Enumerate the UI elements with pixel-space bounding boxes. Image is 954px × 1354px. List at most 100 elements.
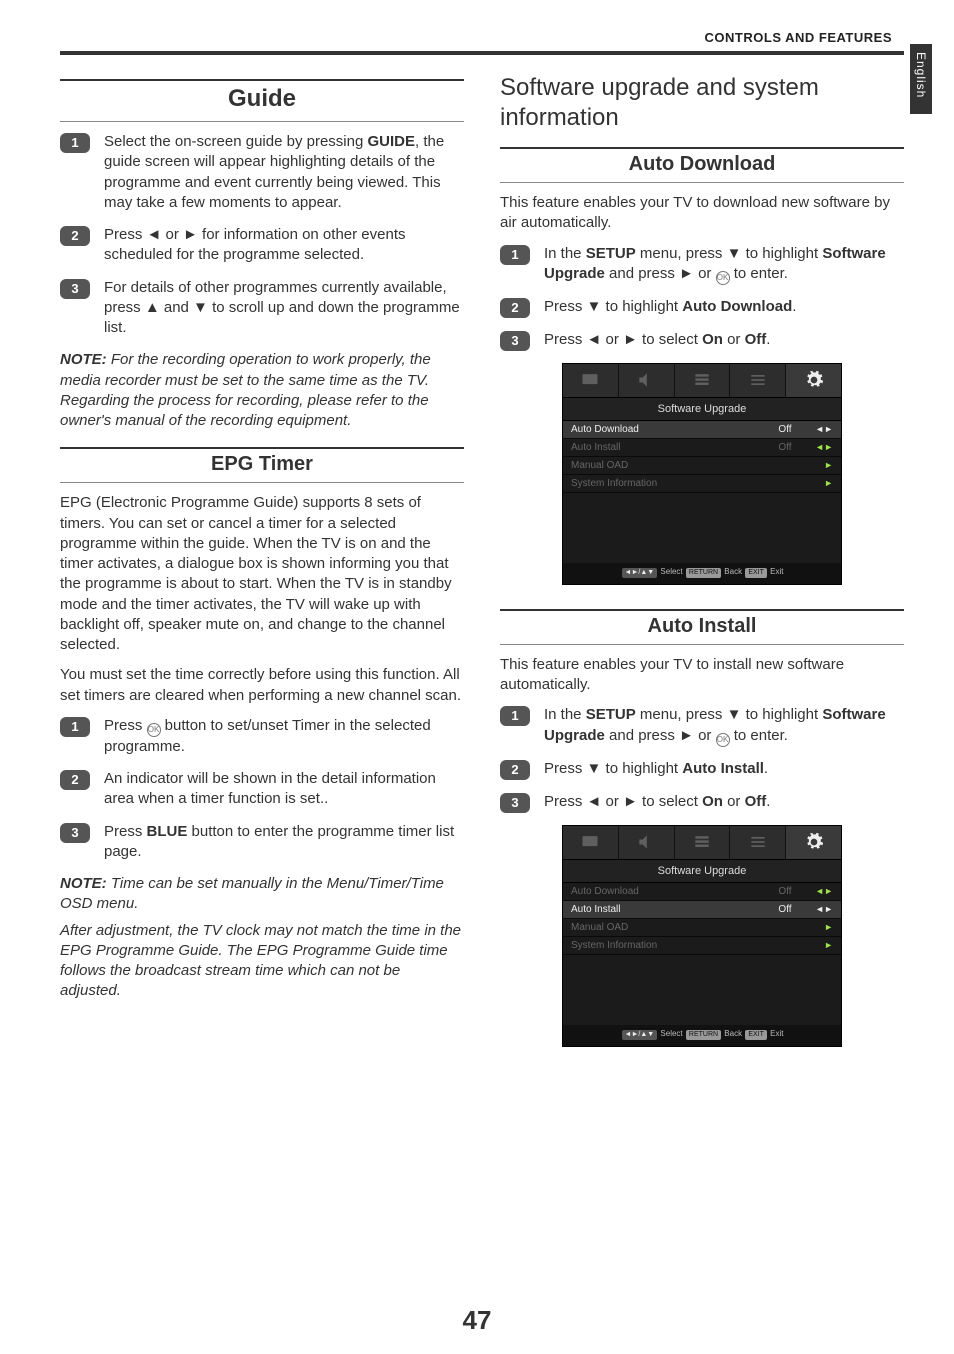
step-number-badge: 1	[60, 717, 90, 737]
osd-row-arrow-icon: ◄►	[815, 424, 833, 434]
osd-row: System Information ►	[563, 475, 841, 493]
osd-row-value: Off	[755, 424, 815, 435]
osd-footer: ◄►/▲▼ Select RETURN Back EXIT Exit	[563, 563, 841, 584]
osd-screenshot-auto-download: Software Upgrade Auto DownloadOff◄► Auto…	[562, 363, 842, 585]
auto-install-steps: 1 In the SETUP menu, press ▼ to highligh…	[500, 705, 904, 812]
step-text: Select the on-screen guide by pressing G…	[104, 132, 464, 213]
osd-row-label: Auto Download	[571, 424, 755, 435]
epg-note-1: NOTE: Time can be set manually in the Me…	[60, 874, 464, 915]
step-number-badge: 3	[500, 793, 530, 813]
step-number-badge: 2	[500, 298, 530, 318]
osd-row-label: Manual OAD	[571, 922, 755, 933]
auto-download-heading: Auto Download	[500, 147, 904, 183]
page: English CONTROLS AND FEATURES Guide 1 Se…	[0, 0, 954, 1354]
osd-return-chip: RETURN	[686, 1030, 721, 1040]
osd-row-arrow-icon: ◄►	[815, 904, 833, 914]
osd-row-label: Auto Download	[571, 886, 755, 897]
step-number-badge: 2	[60, 770, 90, 790]
ad-step: 2 Press ▼ to highlight Auto Download.	[500, 297, 904, 318]
osd-spacer	[563, 955, 841, 1025]
osd-tab-sound-icon	[619, 364, 675, 397]
osd-row-label: System Information	[571, 478, 755, 489]
osd-rows: Auto DownloadOff◄► Auto InstallOff◄► Man…	[563, 421, 841, 493]
guide-note: NOTE: For the recording operation to wor…	[60, 350, 464, 431]
step-number-badge: 2	[500, 760, 530, 780]
step-number-badge: 3	[60, 279, 90, 299]
osd-footer: ◄►/▲▼ Select RETURN Back EXIT Exit	[563, 1025, 841, 1046]
guide-step: 3 For details of other programmes curren…	[60, 278, 464, 339]
osd-footer-back: Back	[724, 1029, 742, 1038]
osd-row-arrow-icon: ►	[815, 940, 833, 950]
osd-tab-gear-icon	[786, 364, 841, 397]
guide-steps: 1 Select the on-screen guide by pressing…	[60, 132, 464, 338]
guide-step: 1 Select the on-screen guide by pressing…	[60, 132, 464, 213]
osd-row-arrow-icon: ►	[815, 460, 833, 470]
osd-row-label: Auto Install	[571, 904, 755, 915]
step-number-badge: 1	[500, 706, 530, 726]
step-text: Press ◄ or ► to select On or Off.	[544, 792, 904, 813]
osd-title: Software Upgrade	[563, 398, 841, 421]
ad-step: 3 Press ◄ or ► to select On or Off.	[500, 330, 904, 351]
osd-row-arrow-icon: ►	[815, 922, 833, 932]
osd-tab-bar	[563, 364, 841, 398]
osd-tab-sliders-icon	[730, 826, 786, 859]
step-number-badge: 2	[60, 226, 90, 246]
auto-download-title: Auto Download	[500, 153, 904, 176]
osd-row: Auto DownloadOff◄►	[563, 421, 841, 439]
osd-row-label: Auto Install	[571, 442, 755, 453]
guide-title: Guide	[60, 85, 464, 113]
osd-tab-list-icon	[675, 364, 731, 397]
right-column: Software upgrade and system information …	[500, 73, 904, 1071]
header-breadcrumb: CONTROLS AND FEATURES	[60, 30, 904, 45]
step-text: For details of other programmes currentl…	[104, 278, 464, 339]
epg-note-2: After adjustment, the TV clock may not m…	[60, 921, 464, 1002]
osd-tab-picture-icon	[563, 364, 619, 397]
guide-step: 2 Press ◄ or ► for information on other …	[60, 225, 464, 266]
content-columns: Guide 1 Select the on-screen guide by pr…	[60, 73, 904, 1071]
osd-row: Manual OAD ►	[563, 457, 841, 475]
ai-step: 3 Press ◄ or ► to select On or Off.	[500, 792, 904, 813]
osd-screenshot-auto-install: Software Upgrade Auto DownloadOff◄► Auto…	[562, 825, 842, 1047]
osd-return-chip: RETURN	[686, 568, 721, 578]
header-rule	[60, 51, 904, 55]
step-text: Press ◄ or ► for information on other ev…	[104, 225, 464, 266]
osd-tab-bar	[563, 826, 841, 860]
osd-tab-sound-icon	[619, 826, 675, 859]
osd-tab-list-icon	[675, 826, 731, 859]
osd-footer-exit: Exit	[770, 1029, 783, 1038]
step-text: In the SETUP menu, press ▼ to highlight …	[544, 705, 904, 746]
osd-row-label: Manual OAD	[571, 460, 755, 471]
osd-row-arrow-icon: ►	[815, 478, 833, 488]
left-column: Guide 1 Select the on-screen guide by pr…	[60, 73, 464, 1071]
osd-footer-exit: Exit	[770, 567, 783, 576]
osd-footer-select: Select	[660, 1029, 682, 1038]
osd-footer-select: Select	[660, 567, 682, 576]
osd-row: Manual OAD ►	[563, 919, 841, 937]
step-text: Press ▼ to highlight Auto Install.	[544, 759, 904, 780]
language-tab: English	[910, 44, 932, 114]
osd-row: Auto DownloadOff◄►	[563, 883, 841, 901]
osd-row-value: Off	[755, 886, 815, 897]
osd-row-arrow-icon: ◄►	[815, 442, 833, 452]
osd-tab-gear-icon	[786, 826, 841, 859]
osd-spacer	[563, 493, 841, 563]
osd-nav-chip: ◄►/▲▼	[622, 568, 658, 578]
auto-install-title: Auto Install	[500, 615, 904, 638]
epg-step: 3 Press BLUE button to enter the program…	[60, 822, 464, 863]
osd-tab-sliders-icon	[730, 364, 786, 397]
osd-row-value: Off	[755, 904, 815, 915]
step-text: Press BLUE button to enter the programme…	[104, 822, 464, 863]
auto-download-intro: This feature enables your TV to download…	[500, 193, 904, 234]
osd-title: Software Upgrade	[563, 860, 841, 883]
auto-download-steps: 1 In the SETUP menu, press ▼ to highligh…	[500, 244, 904, 351]
step-text: An indicator will be shown in the detail…	[104, 769, 464, 810]
step-number-badge: 3	[500, 331, 530, 351]
epg-step: 1 Press OK button to set/unset Timer in …	[60, 716, 464, 757]
page-number: 47	[0, 1305, 954, 1336]
osd-row: System Information►	[563, 937, 841, 955]
osd-footer-back: Back	[724, 567, 742, 576]
epg-intro-2: You must set the time correctly before u…	[60, 665, 464, 706]
step-number-badge: 3	[60, 823, 90, 843]
osd-row: Auto InstallOff◄►	[563, 439, 841, 457]
epg-intro-1: EPG (Electronic Programme Guide) support…	[60, 493, 464, 655]
